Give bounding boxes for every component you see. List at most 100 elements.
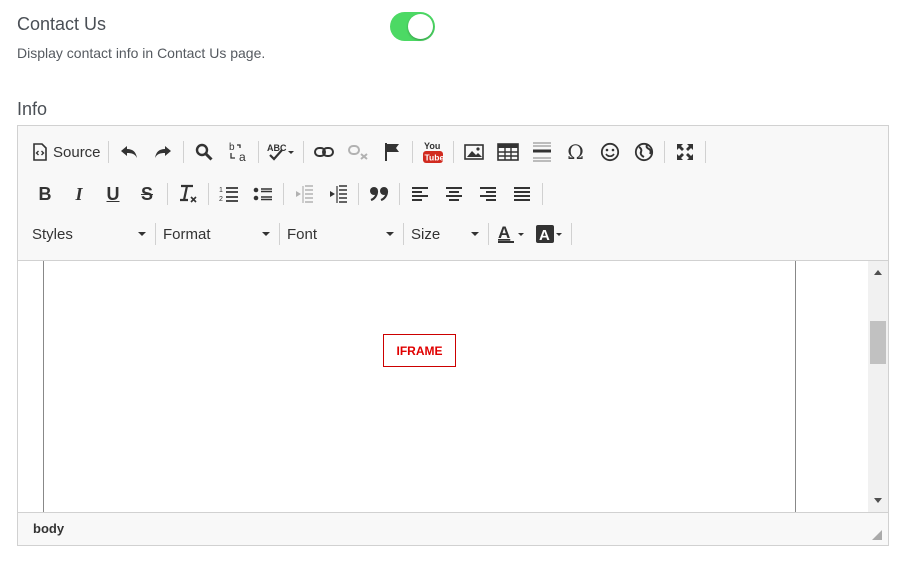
toolbar-separator [663, 141, 665, 163]
bulleted-list-button[interactable] [246, 179, 280, 209]
strikethrough-icon: S [140, 183, 153, 204]
table-icon [496, 143, 519, 161]
image-button[interactable] [457, 137, 491, 167]
text-color-icon: A [498, 223, 524, 243]
source-icon [33, 143, 47, 161]
horizontal-rule-button[interactable] [525, 137, 559, 167]
flag-icon [384, 143, 399, 161]
chevron-down-icon [471, 232, 479, 236]
bulleted-list-icon [253, 187, 272, 201]
toolbar-separator [155, 223, 156, 245]
align-right-button[interactable] [471, 179, 505, 209]
align-left-icon [412, 187, 428, 201]
toggle-knob[interactable] [408, 14, 433, 39]
background-color-button[interactable]: A [530, 219, 568, 249]
smiley-icon [600, 142, 619, 162]
search-icon [195, 143, 213, 161]
indent-button[interactable] [321, 179, 355, 209]
find-button[interactable] [187, 137, 221, 167]
chevron-down-icon [262, 232, 270, 236]
setting-title: Contact Us [17, 14, 107, 34]
toolbar-separator [182, 141, 184, 163]
align-center-button[interactable] [437, 179, 471, 209]
strike-button[interactable]: S [130, 179, 164, 209]
toolbar-separator [358, 183, 359, 205]
justify-button[interactable] [505, 179, 539, 209]
italic-icon: I [75, 183, 83, 204]
editor-status-bar: body [18, 512, 888, 545]
blockquote-button[interactable] [362, 179, 396, 209]
outdent-button[interactable] [287, 179, 321, 209]
numbered-list-button[interactable]: 12 [212, 179, 246, 209]
resize-handle-icon[interactable] [872, 530, 882, 540]
underline-icon: U [106, 183, 120, 204]
toolbar-separator [411, 141, 413, 163]
source-label: Source [53, 143, 101, 161]
editor-toolbar: Source ba ABC You Tube Ω B I U S 1 2 Sty… [18, 126, 888, 261]
numbered-list-icon: 12 [219, 187, 238, 203]
image-icon [463, 144, 484, 160]
justify-icon [514, 187, 530, 201]
spellcheck-icon: ABC [267, 143, 294, 161]
italic-button[interactable]: I [62, 179, 96, 209]
toolbar-row-1: Source ba ABC You Tube Ω [28, 134, 709, 170]
redo-icon [154, 146, 171, 158]
table-button[interactable] [491, 137, 525, 167]
align-center-icon [446, 187, 462, 201]
youtube-icon: You Tube [422, 141, 444, 163]
setting-description: Display contact info in Contact Us page. [17, 45, 266, 61]
bold-button[interactable]: B [28, 179, 62, 209]
scrollbar-thumb[interactable] [870, 321, 886, 364]
background-color-icon: A [536, 225, 562, 244]
toolbar-separator [542, 183, 543, 205]
toolbar-separator [167, 183, 168, 205]
underline-button[interactable]: U [96, 179, 130, 209]
special-char-button[interactable]: Ω [559, 137, 593, 167]
styles-dropdown[interactable]: Styles [28, 219, 152, 249]
omega-icon: Ω [567, 140, 584, 164]
text-color-button[interactable]: A [492, 219, 530, 249]
anchor-button[interactable] [375, 137, 409, 167]
unlink-button[interactable] [341, 137, 375, 167]
editor-content-area[interactable]: IFRAME [18, 261, 868, 512]
toolbar-separator [302, 141, 304, 163]
remove-format-button[interactable] [171, 179, 205, 209]
scroll-up-arrow-icon[interactable] [874, 270, 882, 275]
svg-text:b: b [229, 142, 235, 153]
emoji-button[interactable] [593, 137, 627, 167]
toolbar-separator [107, 141, 109, 163]
redo-button[interactable] [146, 137, 180, 167]
youtube-top-text: You [424, 141, 440, 151]
svg-text:A: A [498, 223, 510, 242]
youtube-button[interactable]: You Tube [416, 137, 450, 167]
spellcheck-button[interactable]: ABC [262, 137, 300, 167]
indent-icon [330, 185, 347, 203]
svg-text:a: a [239, 150, 246, 163]
svg-text:ABC: ABC [267, 143, 287, 153]
toolbar-separator [257, 141, 259, 163]
scroll-down-arrow-icon[interactable] [874, 498, 882, 503]
size-dropdown[interactable]: Size [407, 219, 485, 249]
quote-icon [370, 187, 389, 202]
globe-icon [634, 142, 653, 162]
align-left-button[interactable] [403, 179, 437, 209]
iframe-placeholder[interactable]: IFRAME [383, 334, 456, 367]
element-path[interactable]: body [33, 521, 64, 536]
iframe-button[interactable] [627, 137, 661, 167]
format-dropdown[interactable]: Format [159, 219, 276, 249]
undo-button[interactable] [112, 137, 146, 167]
replace-button[interactable]: ba [221, 137, 255, 167]
maximize-button[interactable] [668, 137, 702, 167]
vertical-scrollbar[interactable] [868, 261, 888, 512]
size-label: Size [411, 225, 441, 243]
horizontal-line-icon [532, 142, 551, 162]
toolbar-separator [452, 141, 454, 163]
rich-text-editor: Source ba ABC You Tube Ω B I U S 1 2 Sty… [17, 125, 889, 546]
toolbar-separator [571, 223, 572, 245]
font-dropdown[interactable]: Font [283, 219, 400, 249]
source-button[interactable]: Source [28, 137, 105, 167]
contact-us-toggle[interactable] [390, 12, 435, 41]
toolbar-separator [283, 183, 284, 205]
svg-text:2: 2 [219, 196, 223, 203]
link-button[interactable] [307, 137, 341, 167]
